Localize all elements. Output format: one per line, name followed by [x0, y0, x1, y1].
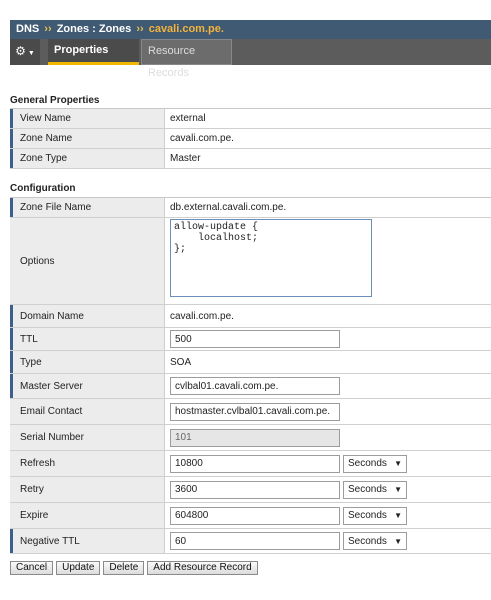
breadcrumb-separator: ›› [136, 23, 144, 35]
type-value: SOA [170, 356, 192, 368]
serial-number-label: Serial Number [10, 425, 165, 450]
type-row: Type SOA [10, 351, 491, 374]
email-contact-label: Email Contact [10, 399, 165, 424]
tab-properties[interactable]: Properties [48, 39, 139, 65]
zone-type-row: Zone Type Master [10, 149, 491, 169]
zone-file-label: Zone File Name [10, 198, 165, 217]
breadcrumb-separator: ›› [44, 23, 52, 35]
breadcrumb-zones[interactable]: Zones : Zones [57, 23, 132, 35]
domain-name-value: cavali.com.pe. [170, 310, 234, 322]
zone-file-row: Zone File Name db.external.cavali.com.pe… [10, 198, 491, 218]
chevron-down-icon: ▼ [27, 50, 35, 57]
retry-unit-value: Seconds [348, 484, 387, 495]
refresh-input[interactable] [170, 454, 340, 473]
negative-ttl-unit-value: Seconds [348, 535, 387, 547]
serial-number-input [170, 428, 340, 447]
retry-input[interactable] [170, 480, 340, 499]
ttl-label: TTL [10, 328, 165, 350]
email-contact-row: Email Contact [10, 399, 491, 425]
refresh-row: Refresh Seconds ▼ [10, 451, 491, 477]
retry-unit-select[interactable]: Seconds ▼ [343, 480, 407, 499]
view-name-label: View Name [10, 109, 165, 128]
zone-type-value: Master [170, 153, 201, 164]
breadcrumb-dns[interactable]: DNS [16, 23, 39, 35]
negative-ttl-row: Negative TTL Seconds ▼ [10, 529, 491, 554]
domain-name-row: Domain Name cavali.com.pe. [10, 305, 491, 328]
configuration-table: Zone File Name db.external.cavali.com.pe… [10, 197, 491, 554]
master-server-label: Master Server [10, 374, 165, 398]
expire-label: Expire [10, 503, 165, 528]
zone-type-label: Zone Type [10, 149, 165, 168]
chevron-down-icon: ▼ [394, 459, 402, 468]
ttl-input[interactable] [170, 330, 340, 348]
zone-name-label: Zone Name [10, 129, 165, 148]
chevron-down-icon: ▼ [394, 485, 402, 494]
chevron-down-icon: ▼ [394, 511, 402, 520]
serial-number-row: Serial Number [10, 425, 491, 451]
configuration-heading: Configuration [10, 183, 76, 194]
add-resource-record-button[interactable]: Add Resource Record [147, 561, 258, 575]
retry-row: Retry Seconds ▼ [10, 477, 491, 503]
refresh-unit-value: Seconds [348, 458, 387, 469]
action-buttons: Cancel Update Delete Add Resource Record [10, 561, 258, 575]
general-properties-table: View Name external Zone Name cavali.com.… [10, 108, 491, 169]
zone-name-value: cavali.com.pe. [170, 133, 234, 144]
update-button[interactable]: Update [56, 561, 101, 575]
view-name-row: View Name external [10, 109, 491, 129]
retry-label: Retry [10, 477, 165, 502]
view-name-value: external [170, 113, 206, 124]
delete-button[interactable]: Delete [103, 561, 145, 575]
master-server-row: Master Server [10, 374, 491, 399]
negative-ttl-label: Negative TTL [10, 529, 165, 553]
chevron-down-icon: ▼ [394, 536, 402, 546]
gear-icon: ⚙ [15, 44, 26, 58]
domain-name-label: Domain Name [10, 305, 165, 327]
email-contact-input[interactable] [170, 402, 340, 421]
master-server-input[interactable] [170, 377, 340, 395]
type-label: Type [10, 351, 165, 373]
options-label: Options [10, 218, 165, 304]
tab-resource-records[interactable]: Resource Records [141, 39, 232, 79]
zone-name-row: Zone Name cavali.com.pe. [10, 129, 491, 149]
negative-ttl-input[interactable] [170, 532, 340, 550]
expire-row: Expire Seconds ▼ [10, 503, 491, 529]
cancel-button[interactable]: Cancel [10, 561, 54, 575]
zone-file-value: db.external.cavali.com.pe. [170, 202, 287, 213]
tab-bar: ⚙ ▼ Properties Resource Records [10, 39, 491, 79]
options-row: Options allow-update { localhost; }; [10, 218, 491, 305]
gear-menu-button[interactable]: ⚙ ▼ [10, 39, 40, 65]
expire-unit-value: Seconds [348, 510, 387, 521]
breadcrumb: DNS ›› Zones : Zones ›› cavali.com.pe. [10, 20, 491, 39]
negative-ttl-unit-select[interactable]: Seconds ▼ [343, 532, 407, 550]
refresh-unit-select[interactable]: Seconds ▼ [343, 454, 407, 473]
expire-unit-select[interactable]: Seconds ▼ [343, 506, 407, 525]
breadcrumb-current-zone: cavali.com.pe. [148, 23, 224, 35]
refresh-label: Refresh [10, 451, 165, 476]
expire-input[interactable] [170, 506, 340, 525]
ttl-row: TTL [10, 328, 491, 351]
general-properties-heading: General Properties [10, 95, 100, 106]
options-textarea[interactable]: allow-update { localhost; }; [170, 219, 372, 297]
